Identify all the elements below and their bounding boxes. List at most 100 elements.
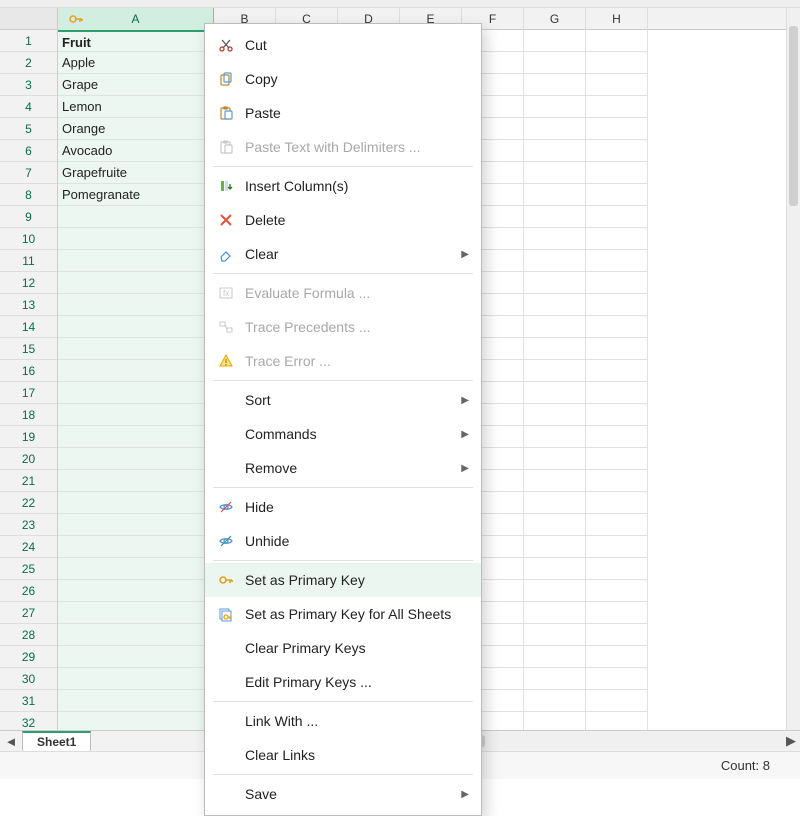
menu-commands[interactable]: Commands ▶ bbox=[205, 417, 481, 451]
menu-set-primary-key-all[interactable]: Set as Primary Key for All Sheets bbox=[205, 597, 481, 631]
cell[interactable] bbox=[524, 470, 586, 492]
row-number[interactable]: 3 bbox=[0, 74, 57, 96]
cell[interactable] bbox=[586, 426, 648, 448]
row-number[interactable]: 5 bbox=[0, 118, 57, 140]
row-number[interactable]: 1 bbox=[0, 30, 57, 52]
row-number[interactable]: 25 bbox=[0, 558, 57, 580]
cell[interactable] bbox=[524, 360, 586, 382]
menu-clear[interactable]: Clear ▶ bbox=[205, 237, 481, 271]
cell[interactable] bbox=[586, 448, 648, 470]
cell[interactable] bbox=[58, 580, 214, 602]
row-number[interactable]: 29 bbox=[0, 646, 57, 668]
cell[interactable] bbox=[58, 668, 214, 690]
cell[interactable] bbox=[586, 52, 648, 74]
column-header-G[interactable]: G bbox=[524, 8, 586, 30]
menu-cut[interactable]: Cut bbox=[205, 28, 481, 62]
menu-delete[interactable]: Delete bbox=[205, 203, 481, 237]
cell[interactable] bbox=[586, 690, 648, 712]
row-number[interactable]: 2 bbox=[0, 52, 57, 74]
cell[interactable] bbox=[524, 426, 586, 448]
cell[interactable] bbox=[586, 74, 648, 96]
cell[interactable]: Apple bbox=[58, 52, 214, 74]
cell[interactable] bbox=[586, 272, 648, 294]
row-number[interactable]: 24 bbox=[0, 536, 57, 558]
cell[interactable] bbox=[524, 646, 586, 668]
select-all-corner[interactable] bbox=[0, 8, 57, 30]
cell[interactable] bbox=[524, 338, 586, 360]
menu-remove[interactable]: Remove ▶ bbox=[205, 451, 481, 485]
cell[interactable] bbox=[58, 272, 214, 294]
cell[interactable] bbox=[586, 360, 648, 382]
cell[interactable] bbox=[586, 96, 648, 118]
row-number[interactable]: 9 bbox=[0, 206, 57, 228]
menu-link-with[interactable]: Link With ... bbox=[205, 704, 481, 738]
cell[interactable] bbox=[58, 228, 214, 250]
cell[interactable] bbox=[586, 118, 648, 140]
cell[interactable] bbox=[58, 558, 214, 580]
tab-nav-prev[interactable]: ◄ bbox=[0, 731, 22, 751]
cell[interactable] bbox=[524, 162, 586, 184]
cell[interactable] bbox=[524, 536, 586, 558]
row-number[interactable]: 17 bbox=[0, 382, 57, 404]
cell[interactable] bbox=[524, 272, 586, 294]
cell[interactable] bbox=[524, 52, 586, 74]
cell[interactable] bbox=[586, 602, 648, 624]
cell[interactable] bbox=[586, 206, 648, 228]
cell[interactable]: Lemon bbox=[58, 96, 214, 118]
cell[interactable] bbox=[58, 426, 214, 448]
cell[interactable] bbox=[524, 382, 586, 404]
cell[interactable] bbox=[586, 624, 648, 646]
cell[interactable] bbox=[58, 404, 214, 426]
cell[interactable] bbox=[58, 536, 214, 558]
cell[interactable] bbox=[524, 690, 586, 712]
cell[interactable] bbox=[58, 360, 214, 382]
cell[interactable] bbox=[586, 250, 648, 272]
sheet-tab-1[interactable]: Sheet1 bbox=[22, 731, 91, 751]
row-number[interactable]: 26 bbox=[0, 580, 57, 602]
row-number[interactable]: 21 bbox=[0, 470, 57, 492]
row-number[interactable]: 14 bbox=[0, 316, 57, 338]
cell[interactable] bbox=[586, 382, 648, 404]
cell[interactable] bbox=[58, 492, 214, 514]
cell[interactable] bbox=[524, 624, 586, 646]
cell[interactable] bbox=[58, 294, 214, 316]
cell[interactable] bbox=[524, 250, 586, 272]
row-number[interactable]: 28 bbox=[0, 624, 57, 646]
cell[interactable]: Grapefruite bbox=[58, 162, 214, 184]
cell[interactable] bbox=[586, 536, 648, 558]
row-number[interactable]: 16 bbox=[0, 360, 57, 382]
cell[interactable] bbox=[524, 294, 586, 316]
cell[interactable] bbox=[586, 338, 648, 360]
cell[interactable] bbox=[586, 140, 648, 162]
row-number[interactable]: 27 bbox=[0, 602, 57, 624]
cell[interactable] bbox=[524, 580, 586, 602]
cell[interactable] bbox=[586, 470, 648, 492]
row-number[interactable]: 12 bbox=[0, 272, 57, 294]
cell[interactable] bbox=[586, 30, 648, 52]
menu-copy[interactable]: Copy bbox=[205, 62, 481, 96]
cell[interactable] bbox=[58, 624, 214, 646]
row-number[interactable]: 8 bbox=[0, 184, 57, 206]
cell[interactable] bbox=[58, 448, 214, 470]
cell[interactable]: Fruit bbox=[58, 30, 214, 52]
cell[interactable] bbox=[524, 602, 586, 624]
cell[interactable] bbox=[586, 668, 648, 690]
cell[interactable] bbox=[586, 294, 648, 316]
cell[interactable] bbox=[524, 206, 586, 228]
menu-sort[interactable]: Sort ▶ bbox=[205, 383, 481, 417]
cell[interactable] bbox=[586, 580, 648, 602]
row-number[interactable]: 11 bbox=[0, 250, 57, 272]
cell[interactable] bbox=[586, 492, 648, 514]
cell[interactable]: Avocado bbox=[58, 140, 214, 162]
row-number[interactable]: 19 bbox=[0, 426, 57, 448]
cell[interactable] bbox=[58, 206, 214, 228]
cell[interactable] bbox=[58, 646, 214, 668]
cell[interactable] bbox=[58, 338, 214, 360]
cell[interactable] bbox=[586, 514, 648, 536]
menu-paste[interactable]: Paste bbox=[205, 96, 481, 130]
cell[interactable] bbox=[524, 316, 586, 338]
row-number[interactable]: 31 bbox=[0, 690, 57, 712]
cell[interactable] bbox=[586, 404, 648, 426]
cell[interactable] bbox=[524, 514, 586, 536]
cell[interactable] bbox=[524, 184, 586, 206]
